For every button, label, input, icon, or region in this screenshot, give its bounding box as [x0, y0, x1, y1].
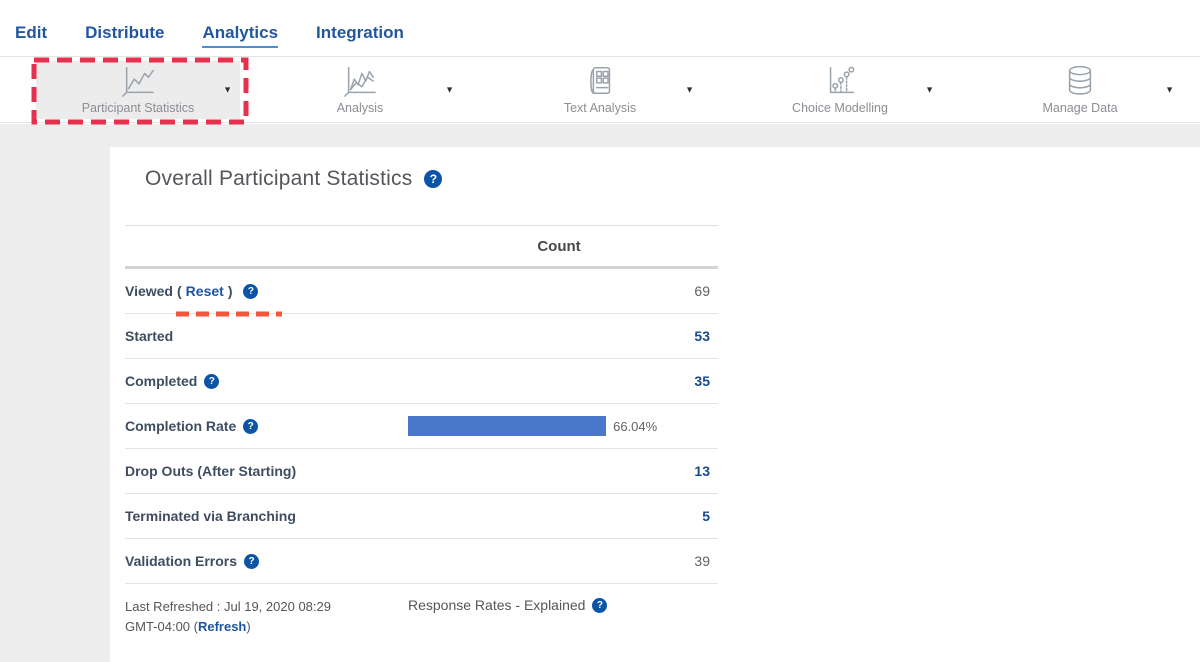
participant-statistics-button[interactable]: Participant Statistics ▼: [36, 61, 240, 119]
analytics-toolbar: Participant Statistics ▼ Analysis ▼: [0, 57, 1200, 123]
top-nav: Edit Distribute Analytics Integration: [0, 0, 1200, 57]
analysis-button[interactable]: Analysis ▼: [258, 61, 462, 119]
row-value: 35: [694, 373, 718, 389]
toolbar-item-label: Choice Modelling: [792, 101, 888, 115]
database-icon: [1059, 64, 1101, 98]
chevron-down-icon[interactable]: ▼: [445, 85, 454, 94]
paren-open: (: [177, 283, 182, 299]
progress-bar-fill: [408, 416, 606, 436]
table-header: Count: [125, 225, 718, 269]
completion-rate-bar: 66.04%: [408, 416, 708, 436]
title-help-icon[interactable]: ?: [424, 170, 442, 188]
row-value: 13: [694, 463, 718, 479]
choice-modelling-button[interactable]: Choice Modelling ▼: [738, 61, 942, 119]
completion-rate-help-icon[interactable]: ?: [243, 419, 258, 434]
row-label: Completed ?: [125, 373, 219, 389]
nav-item-integration[interactable]: Integration: [316, 23, 404, 48]
paren-close: ): [246, 619, 250, 634]
toolbar-item-label: Text Analysis: [564, 101, 636, 115]
last-refreshed: Last Refreshed : Jul 19, 2020 08:29 GMT-…: [125, 597, 408, 637]
last-refreshed-text: Last Refreshed : Jul 19, 2020 08:29: [125, 599, 331, 614]
toolbar-item-label: Analysis: [337, 101, 384, 115]
table-footer: Last Refreshed : Jul 19, 2020 08:29 GMT-…: [125, 584, 718, 637]
page-title: Overall Participant Statistics: [145, 167, 412, 191]
progress-bar-label: 66.04%: [613, 419, 657, 434]
response-rates-help-icon[interactable]: ?: [592, 598, 607, 613]
viewed-help-icon[interactable]: ?: [243, 284, 258, 299]
row-label-text: Viewed: [125, 283, 173, 299]
text-analysis-button[interactable]: Text Analysis ▼: [498, 61, 702, 119]
page-background: Overall Participant Statistics ? Count V…: [0, 124, 1200, 662]
toolbar-item-label: Manage Data: [1042, 101, 1117, 115]
row-value: 69: [694, 283, 718, 299]
area-chart-icon: [339, 64, 381, 98]
row-label-text: Completed: [125, 373, 197, 389]
last-refreshed-tz: GMT-04:00 (: [125, 619, 198, 634]
row-label: Terminated via Branching: [125, 508, 296, 524]
toolbar-slot: Analysis ▼: [240, 57, 480, 122]
panel-header: Overall Participant Statistics ?: [145, 167, 1200, 191]
row-label-text: Validation Errors: [125, 553, 237, 569]
count-column-header: Count: [408, 238, 710, 255]
chevron-down-icon[interactable]: ▼: [685, 85, 694, 94]
table-row-completed: Completed ? 35: [125, 359, 718, 404]
manage-data-button[interactable]: Manage Data ▼: [978, 61, 1182, 119]
document-grid-icon: [579, 64, 621, 98]
table-row-started: Started 53: [125, 314, 718, 359]
toolbar-item-label: Participant Statistics: [82, 101, 195, 115]
line-chart-icon: [117, 64, 159, 98]
nav-item-distribute[interactable]: Distribute: [85, 23, 164, 48]
completed-help-icon[interactable]: ?: [204, 374, 219, 389]
reset-link[interactable]: Reset: [186, 283, 224, 299]
chevron-down-icon[interactable]: ▼: [925, 85, 934, 94]
row-value: 39: [694, 553, 718, 569]
table-row-validation-errors: Validation Errors ? 39: [125, 539, 718, 584]
response-rates-explained: Response Rates - Explained ?: [408, 597, 607, 637]
table-row-terminated: Terminated via Branching 5: [125, 494, 718, 539]
scatter-trend-icon: [819, 64, 861, 98]
chevron-down-icon[interactable]: ▼: [223, 85, 232, 94]
paren-close: ): [228, 283, 233, 299]
row-value: 5: [702, 508, 718, 524]
row-label: Started: [125, 328, 173, 344]
toolbar-slot: Participant Statistics ▼: [0, 57, 240, 122]
response-rates-label: Response Rates - Explained: [408, 597, 585, 613]
table-row-completion-rate: Completion Rate ? 66.04%: [125, 404, 718, 449]
statistics-panel: Overall Participant Statistics ? Count V…: [110, 147, 1200, 662]
row-label: Drop Outs (After Starting): [125, 463, 296, 479]
refresh-link[interactable]: Refresh: [198, 619, 246, 634]
validation-errors-help-icon[interactable]: ?: [244, 554, 259, 569]
table-row-viewed: Viewed ( Reset ) ? 69: [125, 269, 718, 314]
row-label: Viewed ( Reset ) ?: [125, 283, 258, 299]
chevron-down-icon[interactable]: ▼: [1165, 85, 1174, 94]
row-label-text: Completion Rate: [125, 418, 236, 434]
nav-item-analytics[interactable]: Analytics: [202, 23, 278, 48]
toolbar-slot: Manage Data ▼: [960, 57, 1200, 122]
row-label: Validation Errors ?: [125, 553, 259, 569]
table-row-drop-outs: Drop Outs (After Starting) 13: [125, 449, 718, 494]
toolbar-slot: Choice Modelling ▼: [720, 57, 960, 122]
nav-item-edit[interactable]: Edit: [15, 23, 47, 48]
row-value: 53: [694, 328, 718, 344]
row-label: Completion Rate ?: [125, 418, 258, 434]
toolbar-slot: Text Analysis ▼: [480, 57, 720, 122]
participant-statistics-table: Count Viewed ( Reset ) ? 69 Started 53: [125, 225, 718, 637]
